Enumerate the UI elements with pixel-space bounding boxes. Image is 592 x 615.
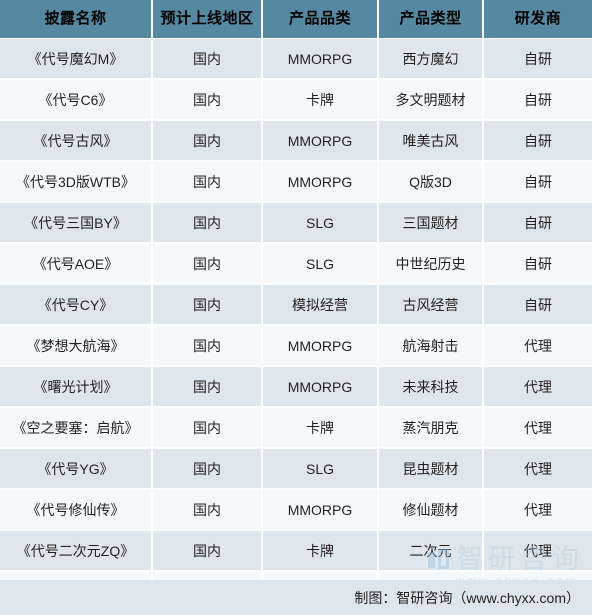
cell-type: 多文明题材 — [378, 79, 484, 120]
cell-region: 国内 — [152, 530, 263, 571]
cell-category: MMORPG — [262, 489, 379, 530]
cell-dev: 自研 — [483, 284, 592, 325]
cell-name: 《代号古风》 — [0, 120, 153, 161]
cell-dev: 自研 — [483, 79, 592, 120]
cell-name: 《代号三国BY》 — [0, 202, 153, 243]
cell-type: 二次元 — [378, 530, 484, 571]
cell-region: 国内 — [152, 366, 263, 407]
cell-dev: 代理 — [483, 366, 592, 407]
cell-name: 《代号C6》 — [0, 79, 153, 120]
table-row: 《代号二次元ZQ》 国内 卡牌 二次元 代理 — [0, 530, 592, 571]
column-header-category: 产品品类 — [262, 0, 379, 38]
cell-dev: 代理 — [483, 489, 592, 530]
table-row: 《代号修仙传》 国内 MMORPG 修仙题材 代理 — [0, 489, 592, 530]
table-row: 《空之要塞：启航》 国内 卡牌 蒸汽朋克 代理 — [0, 407, 592, 448]
table-row: 《代号CY》 国内 模拟经营 古风经营 自研 — [0, 284, 592, 325]
cell-dev: 代理 — [483, 530, 592, 571]
cell-type: 唯美古风 — [378, 120, 484, 161]
cell-name: 《代号AOE》 — [0, 243, 153, 284]
cell-dev: 自研 — [483, 243, 592, 284]
cell-category: 卡牌 — [262, 79, 379, 120]
cell-region: 国内 — [152, 120, 263, 161]
footer-bar: 制图：智研咨询（www.chyxx.com） — [0, 580, 592, 615]
cell-region: 国内 — [152, 489, 263, 530]
cell-category: MMORPG — [262, 38, 379, 79]
column-header-region: 预计上线地区 — [152, 0, 263, 38]
cell-dev: 代理 — [483, 407, 592, 448]
cell-category: MMORPG — [262, 325, 379, 366]
column-header-dev: 研发商 — [483, 0, 592, 38]
cell-type: 未来科技 — [378, 366, 484, 407]
cell-region: 国内 — [152, 284, 263, 325]
table-row: 《代号AOE》 国内 SLG 中世纪历史 自研 — [0, 243, 592, 284]
cell-name: 《曙光计划》 — [0, 366, 153, 407]
cell-region: 国内 — [152, 202, 263, 243]
column-header-name: 披露名称 — [0, 0, 153, 38]
cell-name: 《空之要塞：启航》 — [0, 407, 153, 448]
footer-credit: 制图：智研咨询（www.chyxx.com） — [354, 589, 580, 606]
game-pipeline-table: 披露名称 预计上线地区 产品品类 产品类型 研发商 《代号魔幻M》 国内 MMORP… — [0, 0, 592, 612]
cell-type: 古风经营 — [378, 284, 484, 325]
cell-type: 三国题材 — [378, 202, 484, 243]
cell-category: 卡牌 — [262, 530, 379, 571]
table-row: 《代号C6》 国内 卡牌 多文明题材 自研 — [0, 79, 592, 120]
cell-category: MMORPG — [262, 161, 379, 202]
cell-dev: 代理 — [483, 448, 592, 489]
table-row: 《曙光计划》 国内 MMORPG 未来科技 代理 — [0, 366, 592, 407]
cell-category: 模拟经营 — [262, 284, 379, 325]
cell-dev: 自研 — [483, 38, 592, 79]
cell-name: 《代号CY》 — [0, 284, 153, 325]
cell-type: 蒸汽朋克 — [378, 407, 484, 448]
cell-name: 《代号3D版WTB》 — [0, 161, 153, 202]
table-row: 《代号古风》 国内 MMORPG 唯美古风 自研 — [0, 120, 592, 161]
cell-category: MMORPG — [262, 366, 379, 407]
cell-category: SLG — [262, 243, 379, 284]
cell-region: 国内 — [152, 325, 263, 366]
cell-dev: 自研 — [483, 202, 592, 243]
cell-type: Q版3D — [378, 161, 484, 202]
table-header: 披露名称 预计上线地区 产品品类 产品类型 研发商 — [0, 0, 592, 38]
cell-type: 昆虫题材 — [378, 448, 484, 489]
table-row: 《代号YG》 国内 SLG 昆虫题材 代理 — [0, 448, 592, 489]
cell-name: 《梦想大航海》 — [0, 325, 153, 366]
column-header-type: 产品类型 — [378, 0, 484, 38]
cell-type: 修仙题材 — [378, 489, 484, 530]
cell-name: 《代号YG》 — [0, 448, 153, 489]
table-row: 《梦想大航海》 国内 MMORPG 航海射击 代理 — [0, 325, 592, 366]
cell-name: 《代号修仙传》 — [0, 489, 153, 530]
cell-dev: 代理 — [483, 325, 592, 366]
cell-region: 国内 — [152, 38, 263, 79]
table-row: 《代号三国BY》 国内 SLG 三国题材 自研 — [0, 202, 592, 243]
table-row: 《代号魔幻M》 国内 MMORPG 西方魔幻 自研 — [0, 38, 592, 79]
cell-type: 中世纪历史 — [378, 243, 484, 284]
cell-name: 《代号二次元ZQ》 — [0, 530, 153, 571]
cell-region: 国内 — [152, 448, 263, 489]
cell-region: 国内 — [152, 79, 263, 120]
cell-type: 西方魔幻 — [378, 38, 484, 79]
data-table-container: 披露名称 预计上线地区 产品品类 产品类型 研发商 《代号魔幻M》 国内 MMORP… — [0, 0, 592, 615]
cell-dev: 自研 — [483, 120, 592, 161]
cell-region: 国内 — [152, 243, 263, 284]
cell-category: 卡牌 — [262, 407, 379, 448]
cell-type: 航海射击 — [378, 325, 484, 366]
table-header-row: 披露名称 预计上线地区 产品品类 产品类型 研发商 — [0, 0, 592, 38]
cell-category: SLG — [262, 448, 379, 489]
cell-region: 国内 — [152, 407, 263, 448]
cell-category: MMORPG — [262, 120, 379, 161]
table-row: 《代号3D版WTB》 国内 MMORPG Q版3D 自研 — [0, 161, 592, 202]
cell-dev: 自研 — [483, 161, 592, 202]
cell-name: 《代号魔幻M》 — [0, 38, 153, 79]
cell-category: SLG — [262, 202, 379, 243]
cell-region: 国内 — [152, 161, 263, 202]
table-body: 《代号魔幻M》 国内 MMORPG 西方魔幻 自研 《代号C6》 国内 卡牌 多文明题材 自研 《代… — [0, 38, 592, 612]
